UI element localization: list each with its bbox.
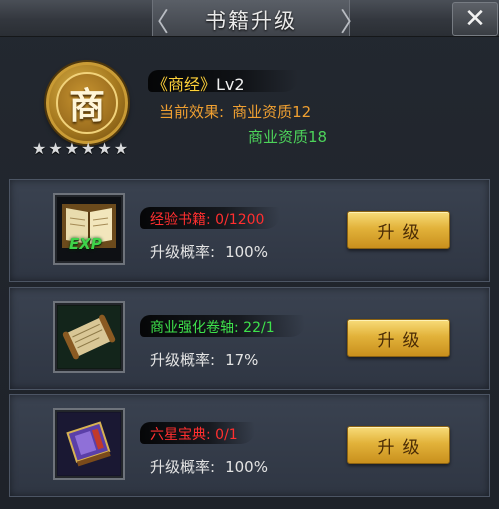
- rate-label: 升级概率:: [150, 351, 216, 369]
- item-requirement: 六星宝典: 0/1: [150, 424, 238, 444]
- prev-arrow-icon[interactable]: 〈: [143, 2, 169, 39]
- book-name: 《商经》: [152, 75, 217, 94]
- upgrade-button[interactable]: 升级: [347, 319, 450, 357]
- item-count: 22/1: [243, 320, 275, 336]
- item-requirement: 经验书籍: 0/1200: [150, 209, 264, 229]
- item-slot[interactable]: EXP: [53, 193, 125, 265]
- exp-label: EXP: [69, 235, 102, 253]
- star-icon: ★: [64, 139, 80, 158]
- star-icon: ★: [48, 139, 63, 158]
- book-emblem: 商: [46, 62, 128, 144]
- rate-value: 100%: [225, 243, 268, 261]
- item-name: 商业强化卷轴:: [150, 320, 239, 336]
- close-icon: ✕: [464, 4, 486, 34]
- close-button[interactable]: ✕: [452, 2, 498, 36]
- upgrade-button[interactable]: 升级: [347, 211, 450, 249]
- item-slot[interactable]: [53, 301, 125, 373]
- book-emblem-char: 商: [68, 86, 105, 127]
- item-count: 0/1: [215, 427, 238, 443]
- treasure-book-icon: [58, 413, 120, 475]
- next-arrow-icon[interactable]: 〉: [340, 2, 366, 39]
- item-name: 六星宝典:: [150, 427, 211, 443]
- success-rate: 升级概率: 100%: [150, 241, 268, 262]
- book-level: Lv2: [216, 75, 245, 94]
- rate-value: 17%: [225, 351, 259, 369]
- item-slot[interactable]: [53, 408, 125, 480]
- upgrade-option-scroll: 商业强化卷轴: 22/1 升级概率: 17% 升级: [9, 287, 490, 390]
- upgrade-option-exp-book: EXP 经验书籍: 0/1200 升级概率: 100% 升级: [9, 179, 490, 282]
- rate-label: 升级概率:: [150, 243, 216, 261]
- book-title: 《商经》Lv2: [152, 71, 245, 95]
- star-icon: ★: [81, 139, 96, 158]
- current-effect-row: 当前效果: 商业资质12: [159, 101, 311, 122]
- star-icon: ★: [32, 139, 47, 158]
- title-plate: 书籍升级: [152, 0, 350, 36]
- star-icon: ★: [97, 139, 112, 158]
- effect-label: 当前效果:: [159, 103, 225, 121]
- upgrade-option-treasure-book: 六星宝典: 0/1 升级概率: 100% 升级: [9, 394, 490, 497]
- current-effect-value: 商业资质12: [232, 103, 312, 121]
- success-rate: 升级概率: 17%: [150, 349, 258, 370]
- star-icon: ★: [113, 139, 129, 158]
- scroll-icon: [58, 306, 120, 368]
- item-count: 0/1200: [215, 212, 265, 228]
- success-rate: 升级概率: 100%: [150, 456, 268, 477]
- item-requirement: 商业强化卷轴: 22/1: [150, 317, 275, 337]
- upgrade-button[interactable]: 升级: [347, 426, 450, 464]
- rate-value: 100%: [225, 458, 268, 476]
- star-rating: ★ ★ ★ ★ ★ ★: [32, 139, 142, 158]
- rate-label: 升级概率:: [150, 458, 216, 476]
- book-emblem-inner: 商: [56, 72, 118, 134]
- page-title: 书籍升级: [205, 9, 297, 33]
- item-name: 经验书籍:: [150, 212, 211, 228]
- next-effect-value: 商业资质18: [248, 128, 328, 146]
- title-bar: 书籍升级 〈 〉 ✕: [0, 0, 499, 39]
